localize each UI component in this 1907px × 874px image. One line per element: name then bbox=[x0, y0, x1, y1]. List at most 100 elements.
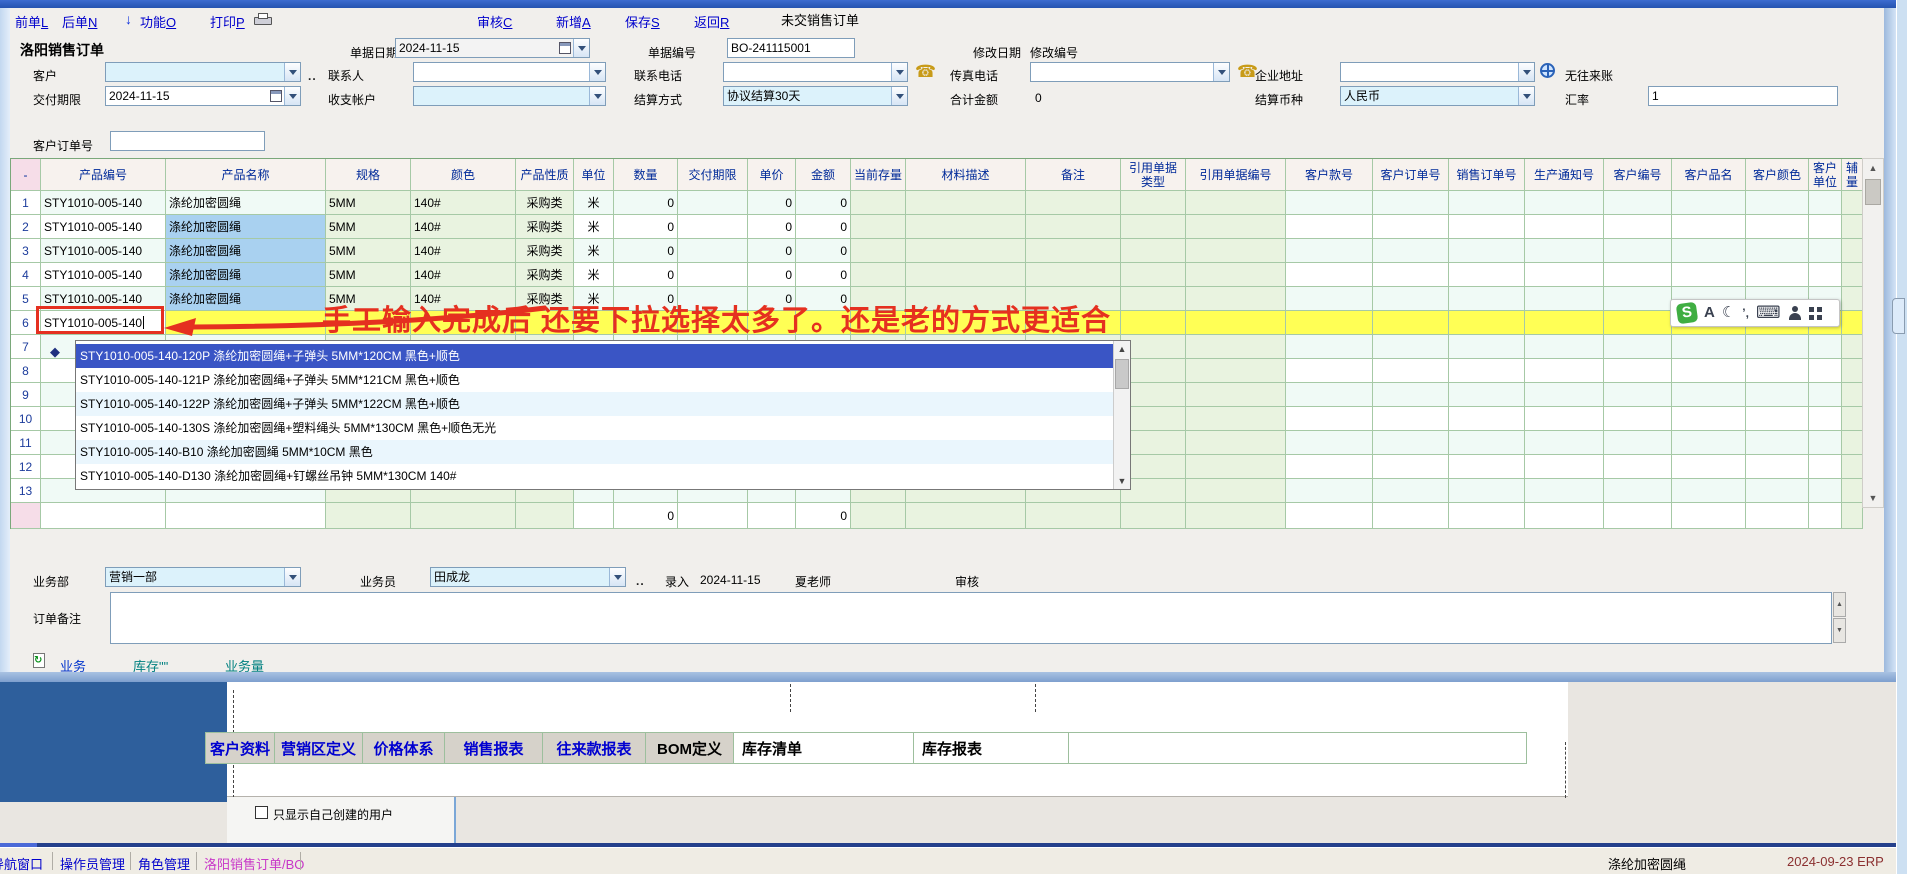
grid-cell[interactable] bbox=[1186, 431, 1286, 455]
grid-cell[interactable] bbox=[1842, 335, 1863, 359]
keyboard-icon[interactable]: ⌨ bbox=[1756, 303, 1781, 323]
row-number-cell[interactable]: 4 bbox=[11, 263, 41, 287]
grid-cell[interactable] bbox=[1186, 239, 1286, 263]
grid-cell[interactable] bbox=[1186, 287, 1286, 311]
taskbar-item-operators[interactable]: 操作员管理 bbox=[60, 854, 125, 873]
grid-cell[interactable]: 涤纶加密圆绳 bbox=[166, 215, 326, 239]
grid-cell[interactable] bbox=[1449, 311, 1525, 335]
grid-cell[interactable] bbox=[1525, 455, 1604, 479]
grid-cell[interactable] bbox=[1121, 311, 1186, 335]
grid-cell[interactable] bbox=[1373, 287, 1449, 311]
grid-cell[interactable] bbox=[1525, 215, 1604, 239]
product-dropdown-item[interactable]: STY1010-005-140-B10 涤纶加密圆绳 5MM*10CM 黑色 bbox=[76, 440, 1113, 464]
grid-cell[interactable] bbox=[1373, 359, 1449, 383]
grid-cell[interactable] bbox=[1186, 359, 1286, 383]
grid-cell[interactable] bbox=[1842, 191, 1863, 215]
grid-cell[interactable] bbox=[1449, 479, 1525, 503]
chevron-down-icon[interactable] bbox=[609, 568, 625, 586]
grid-cell[interactable] bbox=[1604, 311, 1672, 335]
dept-combo[interactable]: 营销一部 bbox=[105, 567, 301, 587]
taskbar-item-roles[interactable]: 角色管理 bbox=[138, 854, 190, 873]
grid-cell[interactable] bbox=[1672, 191, 1746, 215]
grid-cell[interactable] bbox=[1809, 479, 1842, 503]
background-tab-营销区定义[interactable]: 营销区定义 bbox=[275, 732, 363, 764]
grid-cell[interactable] bbox=[1672, 455, 1746, 479]
grid-cell[interactable]: STY1010-005-140 bbox=[41, 263, 166, 287]
grid-cell[interactable] bbox=[1525, 239, 1604, 263]
scrollbar-thumb[interactable] bbox=[1115, 359, 1129, 389]
grid-cell[interactable] bbox=[1286, 431, 1373, 455]
function-menu-button[interactable]: 功能O bbox=[140, 12, 176, 31]
grid-cell[interactable]: 140# bbox=[411, 215, 516, 239]
chevron-down-icon[interactable] bbox=[891, 63, 907, 81]
grid-cell[interactable] bbox=[1746, 239, 1809, 263]
chevron-down-icon[interactable] bbox=[284, 568, 300, 586]
grid-cell[interactable] bbox=[1186, 191, 1286, 215]
grid-cell[interactable] bbox=[1525, 335, 1604, 359]
grid-cell[interactable] bbox=[1525, 407, 1604, 431]
delivery-date-field[interactable]: 2024-11-15 bbox=[105, 86, 301, 106]
grid-cell[interactable] bbox=[1809, 359, 1842, 383]
scroll-down-icon[interactable]: ▼ bbox=[1863, 489, 1883, 507]
grid-cell[interactable] bbox=[1604, 383, 1672, 407]
scrollbar-thumb[interactable] bbox=[1865, 179, 1881, 205]
fax-combo[interactable] bbox=[1030, 62, 1230, 82]
grid-cell[interactable] bbox=[1525, 311, 1604, 335]
grid-cell[interactable]: 米 bbox=[574, 191, 614, 215]
grid-cell[interactable] bbox=[1672, 431, 1746, 455]
new-button[interactable]: 新增A bbox=[556, 12, 591, 31]
grid-cell[interactable] bbox=[1286, 311, 1373, 335]
chevron-down-icon[interactable] bbox=[1518, 87, 1534, 105]
save-button[interactable]: 保存S bbox=[625, 12, 660, 31]
grid-cell[interactable] bbox=[851, 239, 906, 263]
grid-cell[interactable] bbox=[1286, 383, 1373, 407]
contact-combo[interactable] bbox=[413, 62, 606, 82]
grid-cell[interactable]: 0 bbox=[614, 215, 678, 239]
grid-icon[interactable] bbox=[1809, 307, 1822, 320]
grid-cell[interactable] bbox=[1809, 335, 1842, 359]
grid-cell[interactable] bbox=[1026, 215, 1121, 239]
row-number-cell[interactable]: 13 bbox=[11, 479, 41, 503]
product-dropdown-item[interactable]: STY1010-005-140-D130 涤纶加密圆绳+钉螺丝吊钟 5MM*13… bbox=[76, 464, 1113, 488]
grid-cell[interactable] bbox=[1672, 383, 1746, 407]
grid-cell[interactable] bbox=[1809, 191, 1842, 215]
grid-cell[interactable] bbox=[1373, 383, 1449, 407]
settle-combo[interactable]: 协议结算30天 bbox=[723, 86, 908, 106]
grid-cell[interactable] bbox=[1604, 431, 1672, 455]
row-number-cell[interactable]: 1 bbox=[11, 191, 41, 215]
grid-cell[interactable]: 0 bbox=[614, 263, 678, 287]
grid-cell[interactable] bbox=[1373, 263, 1449, 287]
dropdown-scrollbar[interactable]: ▲ ▼ bbox=[1113, 341, 1130, 489]
grid-cell[interactable] bbox=[1449, 407, 1525, 431]
grid-cell[interactable] bbox=[1604, 407, 1672, 431]
grid-cell[interactable] bbox=[1809, 215, 1842, 239]
scroll-down-icon[interactable]: ▼ bbox=[1833, 618, 1846, 643]
row-number-cell[interactable]: 12 bbox=[11, 455, 41, 479]
grid-cell[interactable]: 0 bbox=[614, 191, 678, 215]
grid-cell[interactable] bbox=[1604, 191, 1672, 215]
grid-cell[interactable] bbox=[678, 191, 748, 215]
grid-cell[interactable] bbox=[1026, 239, 1121, 263]
grid-cell[interactable] bbox=[1121, 287, 1186, 311]
grid-cell[interactable] bbox=[1604, 479, 1672, 503]
grid-cell[interactable] bbox=[1604, 455, 1672, 479]
grid-cell[interactable] bbox=[1373, 215, 1449, 239]
grid-cell[interactable]: 5MM bbox=[326, 191, 411, 215]
grid-cell[interactable] bbox=[1186, 263, 1286, 287]
grid-cell[interactable]: 140# bbox=[411, 191, 516, 215]
grid-cell[interactable] bbox=[1449, 239, 1525, 263]
grid-cell[interactable]: 涤纶加密圆绳 bbox=[166, 263, 326, 287]
grid-cell[interactable] bbox=[1286, 335, 1373, 359]
grid-cell[interactable] bbox=[1449, 263, 1525, 287]
grid-cell[interactable] bbox=[1373, 311, 1449, 335]
grid-vertical-scrollbar[interactable]: ▲ ▼ bbox=[1862, 158, 1884, 508]
grid-cell[interactable] bbox=[1842, 407, 1863, 431]
grid-cell[interactable] bbox=[1525, 191, 1604, 215]
grid-cell[interactable]: 0 bbox=[748, 263, 796, 287]
grid-cell[interactable]: 140# bbox=[411, 263, 516, 287]
grid-cell[interactable] bbox=[1842, 359, 1863, 383]
grid-cell[interactable] bbox=[1186, 311, 1286, 335]
grid-cell[interactable]: 0 bbox=[614, 239, 678, 263]
scroll-up-icon[interactable]: ▲ bbox=[1863, 159, 1883, 177]
grid-cell[interactable] bbox=[1842, 311, 1863, 335]
